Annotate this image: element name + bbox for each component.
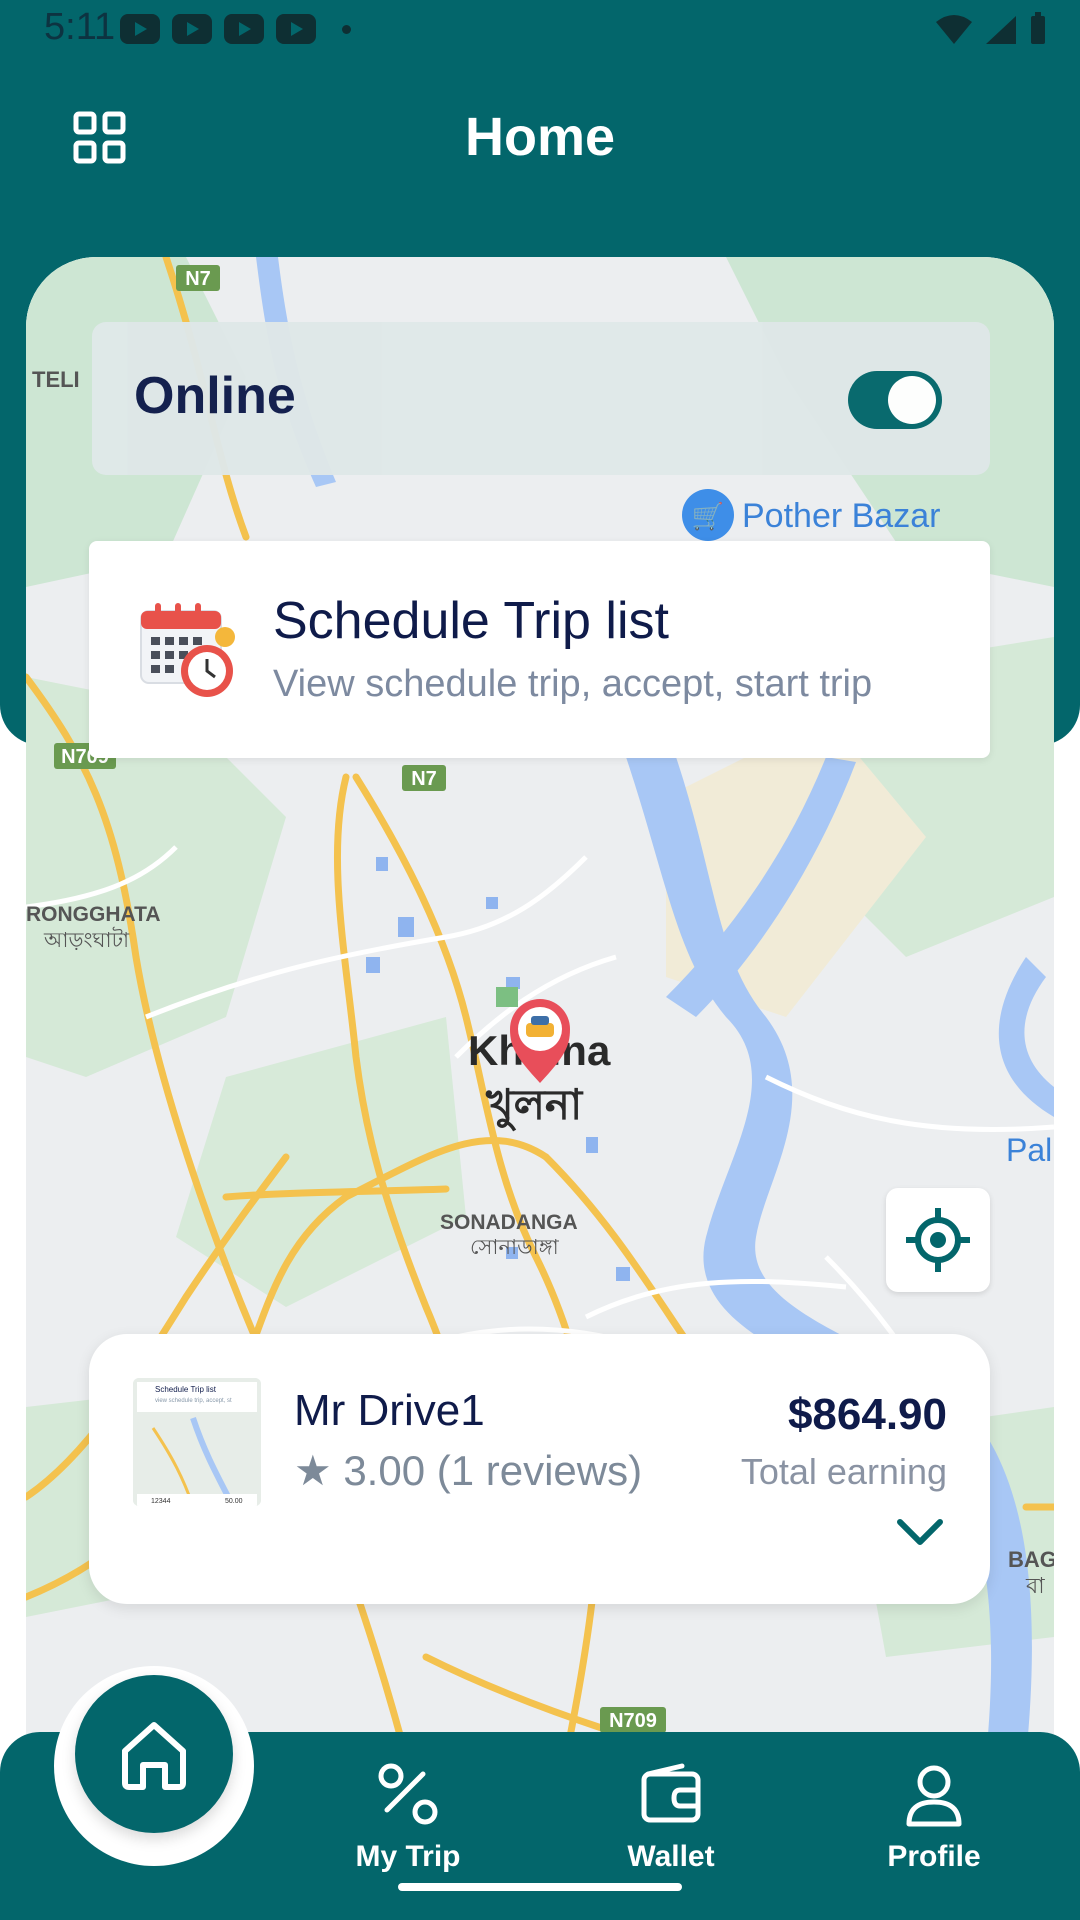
nav-wallet[interactable]: Wallet (576, 1760, 766, 1890)
page-title: Home (464, 107, 616, 167)
schedule-trip-card[interactable]: Schedule Trip list View schedule trip, a… (89, 541, 990, 758)
app-header: Home (0, 100, 1080, 180)
map-label-bag-bn: বা (1025, 1574, 1045, 1599)
online-status-card: Online (92, 322, 990, 475)
battery-icon (1031, 12, 1045, 44)
gesture-handle[interactable] (398, 1883, 682, 1891)
toggle-knob (888, 376, 936, 424)
map-label-n7-mid: N7 (411, 768, 437, 790)
map-label-bag: BAG (1008, 1547, 1054, 1572)
thumb-title: Schedule Trip list (155, 1385, 217, 1394)
map-label-pal: Pal (1006, 1132, 1052, 1168)
nav-my-trip[interactable]: My Trip (313, 1760, 503, 1890)
map-label-sonadanga-bn: সোনাডাঙ্গা (470, 1235, 560, 1259)
my-location-button[interactable] (886, 1188, 990, 1292)
total-earning-amount: $864.90 (787, 1390, 947, 1439)
total-earning-label: Total earning (740, 1451, 947, 1492)
map-label-pother-bazar: Pother Bazar (742, 497, 940, 535)
online-label: Online (134, 367, 296, 425)
driver-name: Mr Drive1 (294, 1386, 485, 1435)
calendar-clock-icon (140, 603, 235, 697)
status-time: 5:11 (44, 6, 116, 48)
more-notifications-dot (342, 25, 351, 34)
map-label-n7-top: N7 (185, 268, 211, 290)
signal-icon (986, 16, 1016, 44)
crosshair-icon (906, 1208, 970, 1272)
online-toggle[interactable] (848, 371, 942, 429)
status-bar: 5:11 (0, 0, 1080, 64)
map-label-n709-bottom: N709 (609, 1710, 657, 1732)
schedule-trip-subtitle: View schedule trip, accept, start trip (273, 663, 873, 705)
chevron-down-icon[interactable] (894, 1512, 946, 1552)
nav-profile[interactable]: Profile (839, 1760, 1029, 1890)
map-label-khulna-bn: খুলনা (485, 1080, 584, 1131)
nav-home-button[interactable] (75, 1675, 233, 1833)
map-label-sonadanga: SONADANGA (440, 1211, 578, 1234)
notification-icons (120, 14, 351, 44)
driver-summary-card: Schedule Trip list view schedule trip, a… (89, 1334, 990, 1604)
thumb-amount: 50.00 (225, 1498, 243, 1505)
nav-wallet-label: Wallet (627, 1840, 715, 1873)
wifi-icon (936, 15, 972, 44)
thumb-id: 12344 (151, 1498, 171, 1505)
schedule-trip-title: Schedule Trip list (273, 592, 669, 650)
map-label-teli: TELI (32, 367, 80, 392)
thumb-subtitle: view schedule trip, accept, st (155, 1398, 232, 1404)
route-icon (378, 1763, 438, 1825)
map-label-rongghata: RONGGHATA (26, 903, 161, 926)
wallet-icon (641, 1763, 701, 1823)
avatar-map-thumbnail: Schedule Trip list view schedule trip, a… (133, 1378, 261, 1506)
driver-rating: ★ 3.00 (1 reviews) (294, 1447, 643, 1494)
map-label-rongghata-bn: আড়ংঘাটা (43, 927, 130, 952)
youtube-notification-icon (120, 14, 160, 44)
youtube-notification-icon (172, 14, 212, 44)
nav-my-trip-label: My Trip (355, 1840, 461, 1873)
youtube-notification-icon (224, 14, 264, 44)
home-icon (122, 1722, 186, 1790)
system-icons (934, 12, 1048, 46)
nav-profile-label: Profile (887, 1840, 981, 1873)
driver-avatar[interactable]: Schedule Trip list view schedule trip, a… (133, 1378, 261, 1506)
youtube-notification-icon (276, 14, 316, 44)
user-icon (906, 1765, 962, 1827)
shopping-cart-icon: 🛒 (692, 501, 724, 532)
